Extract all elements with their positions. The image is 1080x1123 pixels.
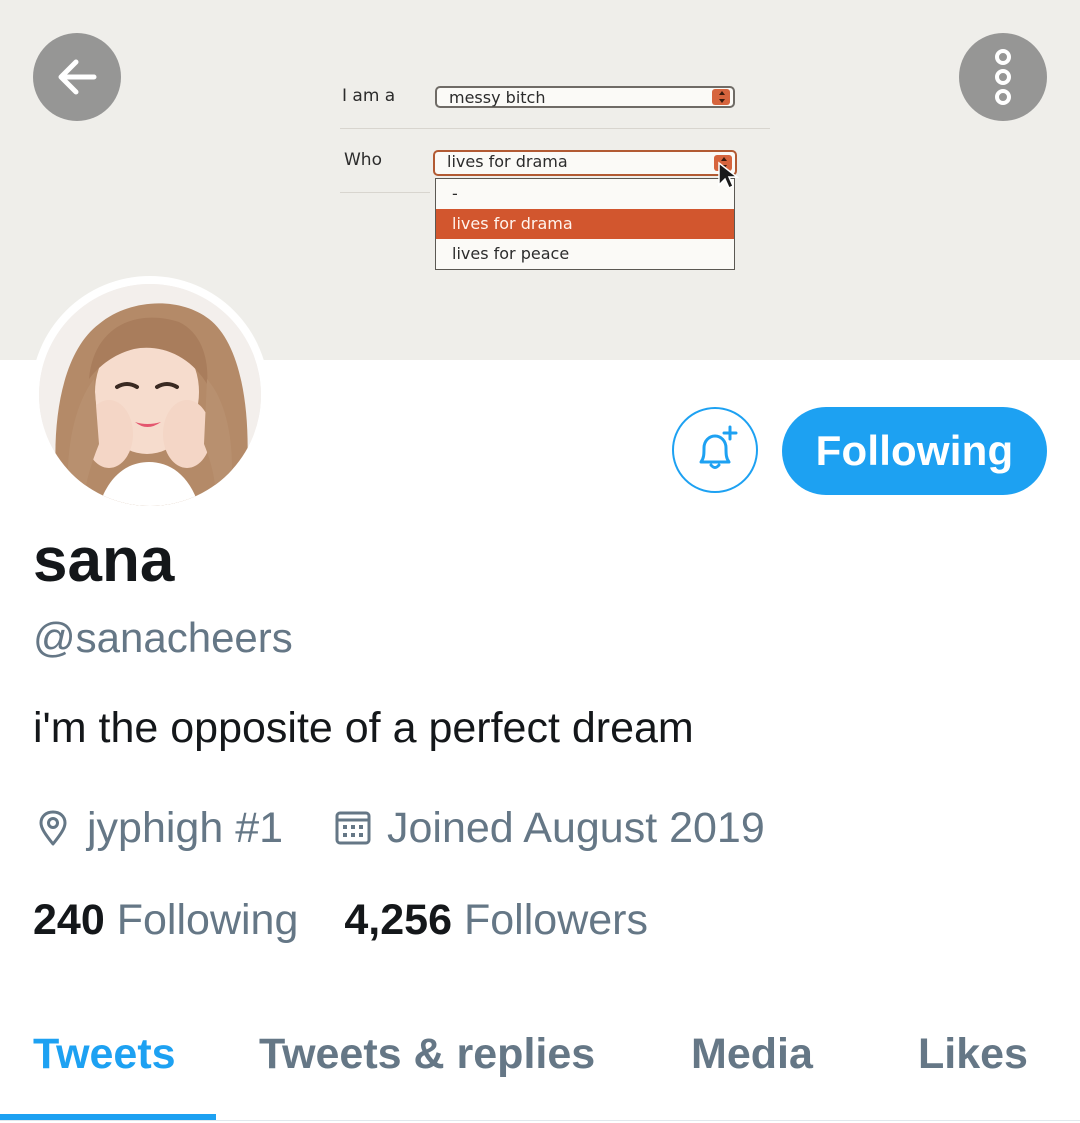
- joined-text: Joined August 2019: [387, 803, 765, 852]
- tab-tweets-replies[interactable]: Tweets & replies: [259, 1030, 595, 1079]
- followers-label: Followers: [464, 896, 648, 944]
- avatar[interactable]: [39, 284, 261, 506]
- notifications-button[interactable]: [672, 407, 758, 493]
- followers-stat[interactable]: 4,256 Followers: [344, 896, 648, 945]
- tab-media[interactable]: Media: [691, 1030, 813, 1079]
- more-vertical-icon: [995, 49, 1011, 105]
- followers-count: 4,256: [344, 896, 452, 944]
- following-button[interactable]: Following: [782, 407, 1047, 495]
- tab-likes[interactable]: Likes: [918, 1030, 1028, 1079]
- tab-tweets[interactable]: Tweets: [33, 1030, 176, 1079]
- banner-divider: [340, 192, 430, 193]
- banner-row2-label: Who: [344, 150, 382, 170]
- avatar-container[interactable]: [31, 276, 269, 514]
- display-name: sana: [33, 526, 175, 595]
- mouse-pointer-icon: [718, 161, 739, 190]
- following-count: 240: [33, 896, 105, 944]
- banner-select-1: messy bitch: [435, 86, 735, 108]
- user-handle: @sanacheers: [33, 614, 293, 661]
- tabs-divider: [0, 1120, 1080, 1121]
- bell-plus-icon: [699, 425, 738, 469]
- banner-dropdown-list: - lives for drama lives for peace: [435, 178, 735, 270]
- location-pin-icon: [39, 810, 67, 846]
- following-stat[interactable]: 240 Following: [33, 896, 298, 945]
- dropdown-option: -: [452, 184, 458, 203]
- banner-row1-label: I am a: [342, 86, 396, 106]
- following-label: Following: [116, 896, 299, 944]
- dropdown-option-selected: lives for drama: [436, 209, 734, 239]
- location-text: jyphigh #1: [87, 803, 284, 852]
- profile-bio: i'm the opposite of a perfect dream: [33, 704, 694, 752]
- more-options-button[interactable]: [959, 33, 1047, 121]
- arrow-left-icon: [58, 59, 97, 95]
- banner-graphic: I am a messy bitch Who lives for drama -…: [330, 60, 790, 290]
- banner-select-2-value: lives for drama: [447, 152, 568, 171]
- banner-select-2: lives for drama: [433, 150, 737, 176]
- dropdown-option: lives for peace: [452, 244, 570, 263]
- banner-select-1-value: messy bitch: [449, 88, 546, 107]
- avatar-photo: [39, 284, 261, 506]
- banner-divider: [340, 128, 770, 129]
- back-button[interactable]: [33, 33, 121, 121]
- calendar-icon: [335, 811, 371, 845]
- profile-joined: Joined August 2019: [333, 800, 765, 856]
- profile-location: jyphigh #1: [33, 800, 283, 856]
- profile-stats: 240 Following 4,256 Followers: [33, 896, 648, 945]
- select-arrows-icon: [712, 89, 730, 105]
